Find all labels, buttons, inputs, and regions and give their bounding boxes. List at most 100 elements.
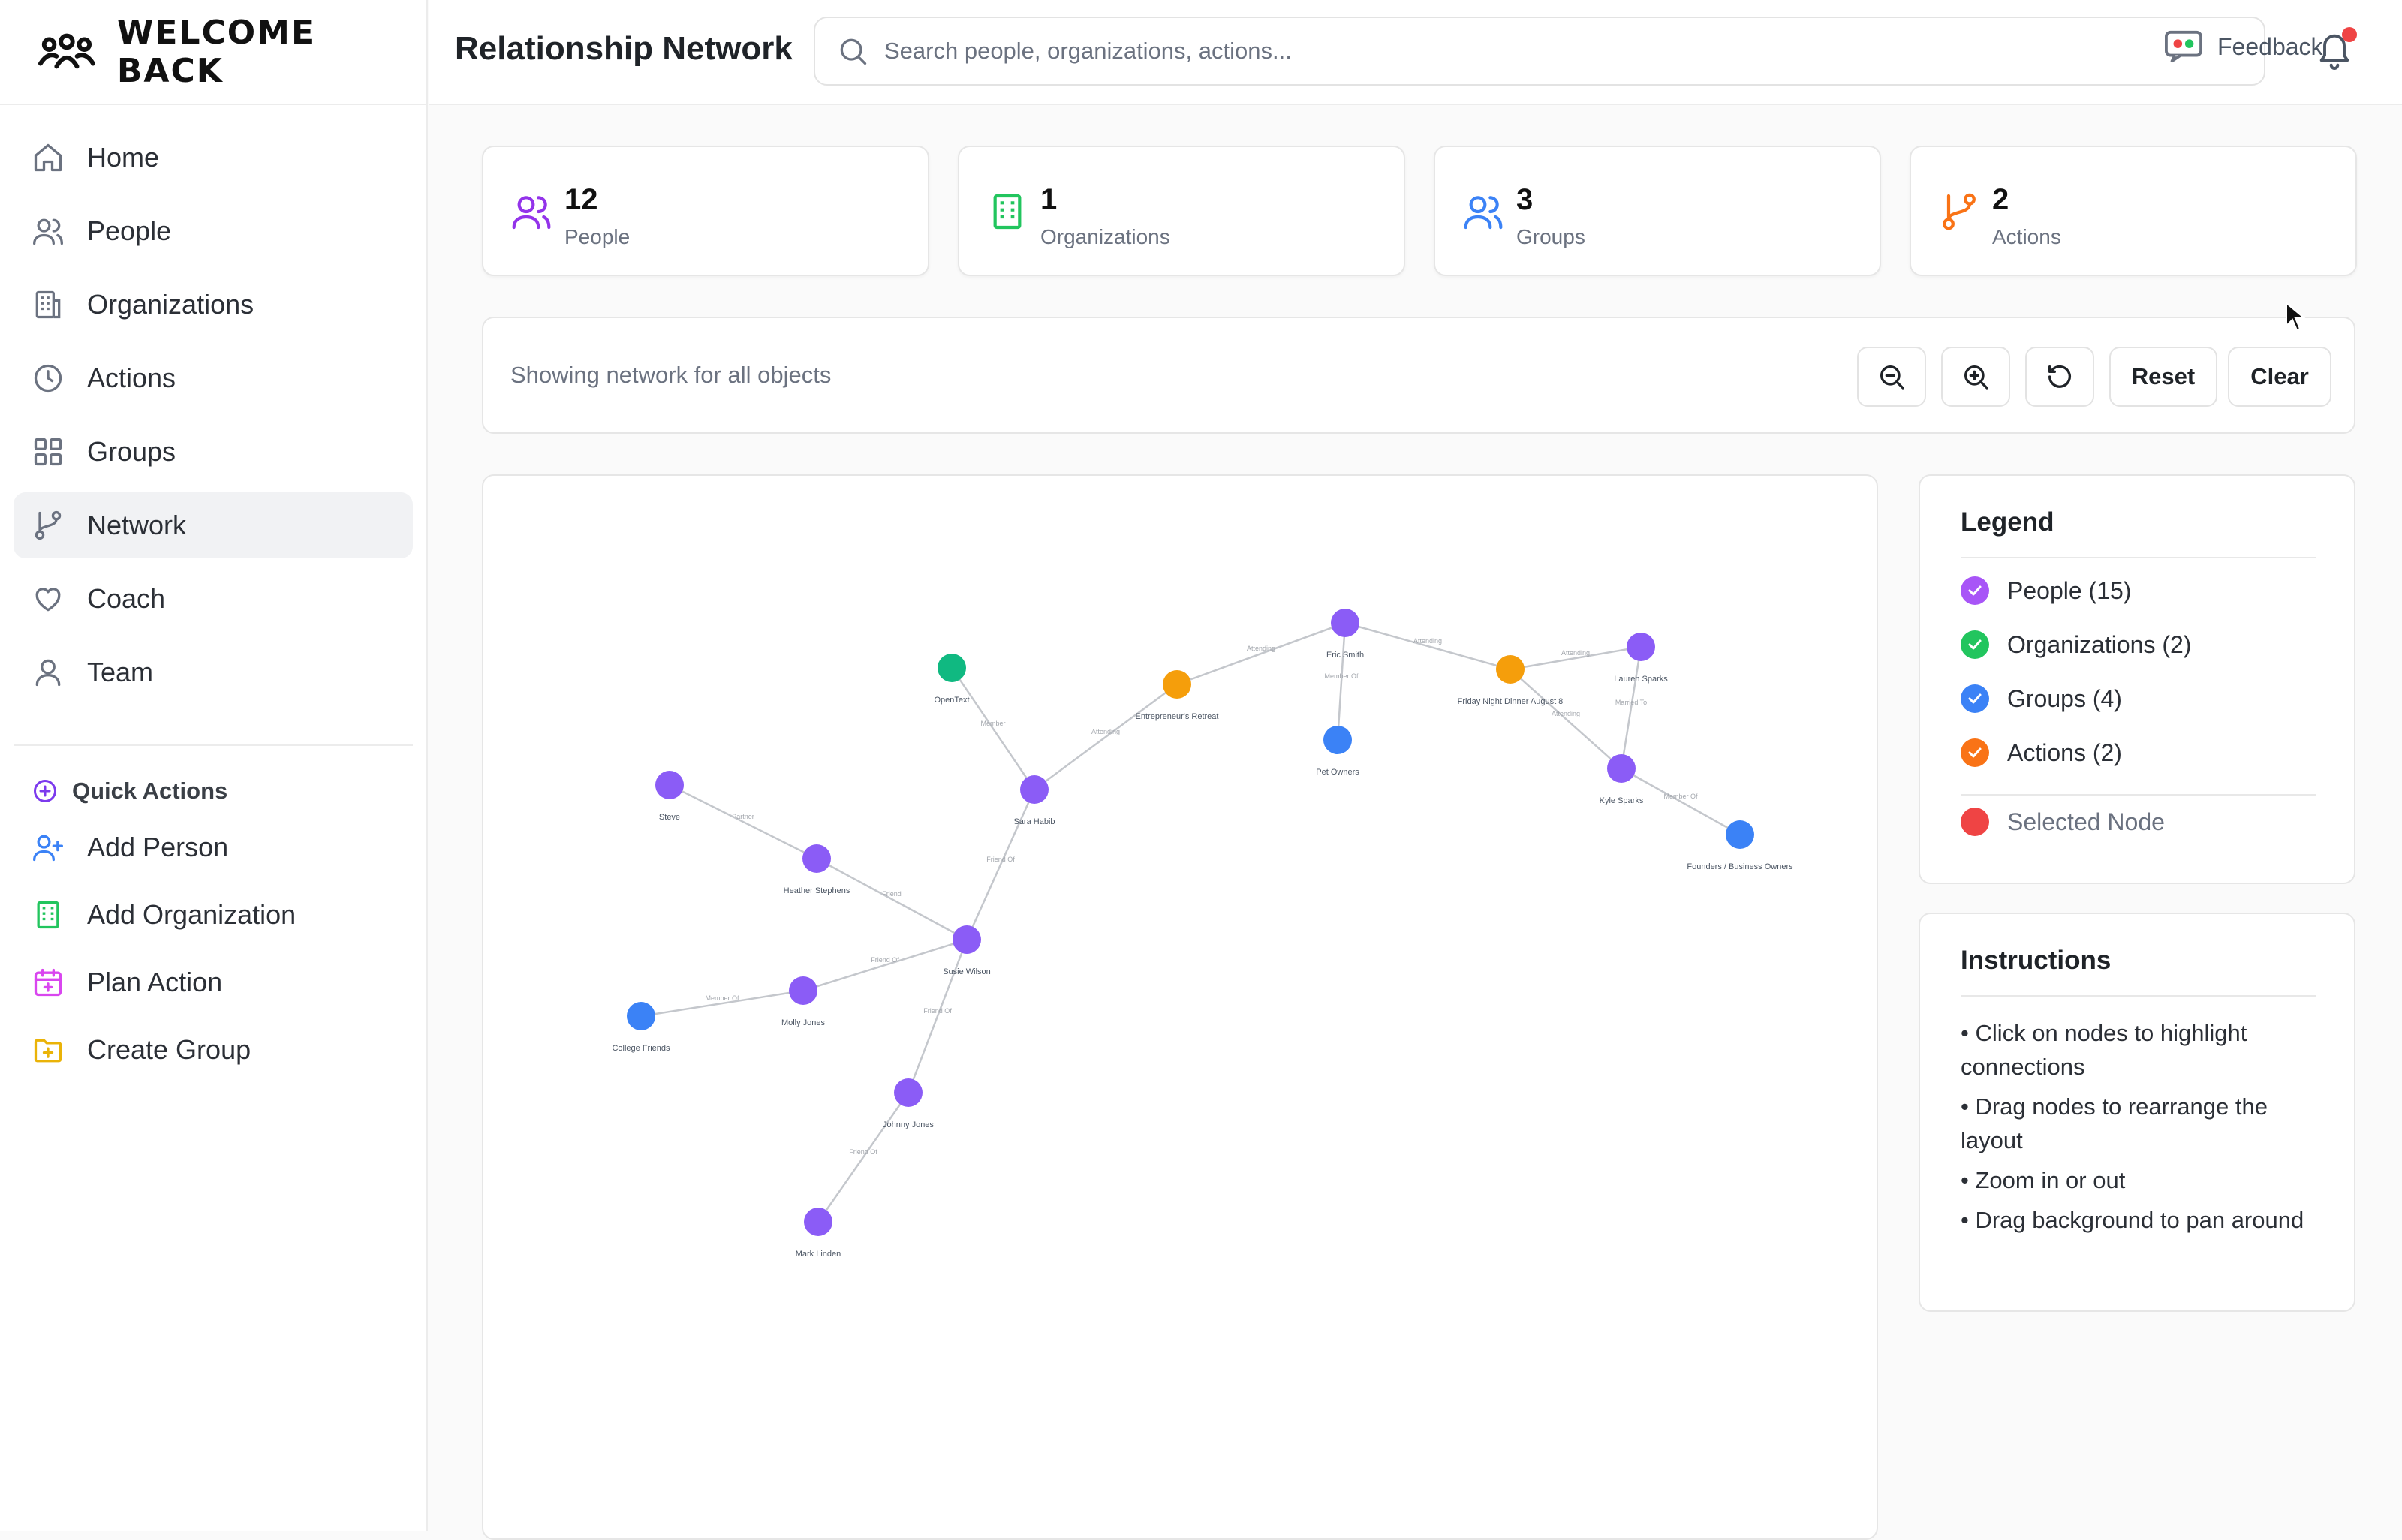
network-node-friday[interactable] bbox=[1496, 655, 1525, 684]
brand[interactable]: WELCOME BACK bbox=[0, 0, 426, 105]
building-icon bbox=[37, 901, 59, 929]
network-node-label: Lauren Sparks bbox=[1614, 675, 1668, 684]
refresh-icon bbox=[2048, 365, 2071, 388]
instruction-item: • Drag nodes to rearrange the layout bbox=[1961, 1093, 2268, 1153]
stat-card-actions[interactable]: 2 Actions bbox=[1910, 146, 2357, 276]
network-edge bbox=[669, 784, 817, 860]
network-node-steve[interactable] bbox=[655, 771, 684, 799]
plus-circle-icon bbox=[34, 780, 56, 802]
stat-label: Actions bbox=[1992, 225, 2061, 248]
sidebar-item-label: Actions bbox=[87, 362, 176, 393]
create-group-label: Create Group bbox=[87, 1034, 251, 1065]
network-node-label: Heather Stephens bbox=[784, 886, 850, 895]
network-node-eric[interactable] bbox=[1331, 609, 1359, 637]
network-node-susie[interactable] bbox=[953, 925, 981, 954]
sidebar-item-label: People bbox=[87, 215, 172, 246]
network-edge-label: Attending bbox=[1091, 728, 1120, 735]
network-node-molly[interactable] bbox=[789, 976, 817, 1005]
user-plus-icon bbox=[33, 835, 63, 862]
legend-divider bbox=[1961, 557, 2316, 558]
calendar-plus-icon bbox=[34, 968, 62, 997]
network-edge-label: Friend Of bbox=[923, 1007, 952, 1015]
legend-panel: Legend People (15) Organizations (2) Gro… bbox=[1919, 474, 2355, 884]
instruction-item: • Click on nodes to highlight connection… bbox=[1961, 1020, 2247, 1080]
instructions-panel: Instructions • Click on nodes to highlig… bbox=[1919, 913, 2355, 1312]
network-node-sara[interactable] bbox=[1020, 775, 1049, 804]
reset-button[interactable]: Reset bbox=[2109, 347, 2217, 407]
network-node-label: College Friends bbox=[612, 1044, 670, 1053]
sidebar-item-team[interactable]: Team bbox=[14, 639, 413, 705]
notifications-button[interactable] bbox=[2315, 27, 2357, 75]
zoom-out-button[interactable] bbox=[1857, 347, 1926, 407]
network-edge-label: Attending bbox=[1552, 710, 1580, 717]
network-edge-label: Partner bbox=[732, 813, 754, 820]
heart-icon bbox=[35, 588, 61, 612]
add-organization-label: Add Organization bbox=[87, 899, 296, 930]
sidebar-item-organizations[interactable]: Organizations bbox=[14, 272, 413, 338]
network-node-pet[interactable] bbox=[1323, 726, 1352, 754]
sidebar-item-home[interactable]: Home bbox=[14, 125, 413, 191]
selected-dot bbox=[1961, 808, 1989, 836]
network-graph[interactable]: Member Attending Attending Attending Member … bbox=[483, 476, 1878, 1540]
user-icon bbox=[35, 659, 61, 687]
network-node-lauren[interactable] bbox=[1627, 633, 1655, 661]
network-node-label: OpenText bbox=[934, 696, 969, 705]
network-node-opentext[interactable] bbox=[938, 654, 966, 682]
search-box[interactable] bbox=[814, 17, 2265, 86]
clock-icon bbox=[34, 364, 62, 393]
network-edge bbox=[965, 789, 1036, 940]
search-input[interactable] bbox=[884, 38, 2160, 65]
network-edge bbox=[1510, 669, 1622, 769]
network-edge bbox=[907, 939, 968, 1093]
network-edge-label: Attending bbox=[1413, 637, 1442, 645]
zoom-in-button[interactable] bbox=[1941, 347, 2010, 407]
network-node-label: Founders / Business Owners bbox=[1687, 862, 1793, 871]
sidebar-item-people[interactable]: People bbox=[14, 198, 413, 264]
check-icon bbox=[1961, 738, 1989, 767]
create-group-button[interactable]: Create Group bbox=[0, 1016, 426, 1084]
add-person-button[interactable]: Add Person bbox=[0, 814, 426, 881]
stat-card-organizations[interactable]: 1 Organizations bbox=[958, 146, 1405, 276]
network-edge-label: Member Of bbox=[1324, 672, 1359, 680]
network-node-johnny[interactable] bbox=[894, 1078, 923, 1107]
network-edge-label: Friend Of bbox=[986, 856, 1015, 863]
network-edge bbox=[950, 667, 1036, 790]
refresh-button[interactable] bbox=[2025, 347, 2094, 407]
sidebar-item-label: Organizations bbox=[87, 289, 254, 320]
network-edge-label: Member Of bbox=[705, 994, 739, 1002]
stat-card-people[interactable]: 12 People bbox=[482, 146, 929, 276]
add-organization-button[interactable]: Add Organization bbox=[0, 881, 426, 949]
network-node-heather[interactable] bbox=[802, 844, 831, 873]
plan-action-button[interactable]: Plan Action bbox=[0, 949, 426, 1016]
network-node-founders[interactable] bbox=[1726, 820, 1754, 849]
stat-label: People bbox=[564, 225, 631, 248]
feedback-button[interactable]: Feedback bbox=[2165, 30, 2323, 63]
network-node-label: Molly Jones bbox=[781, 1018, 826, 1027]
sidebar-item-coach[interactable]: Coach bbox=[14, 566, 413, 632]
sidebar: WELCOME BACK Home People Organizations A… bbox=[0, 0, 428, 1531]
instructions-title: Instructions bbox=[1961, 946, 2112, 975]
sidebar-item-groups[interactable]: Groups bbox=[14, 419, 413, 485]
sidebar-item-network[interactable]: Network bbox=[14, 492, 413, 558]
sidebar-item-label: Network bbox=[87, 510, 187, 540]
instruction-item: • Zoom in or out bbox=[1961, 1167, 2126, 1193]
network-node-kyle[interactable] bbox=[1607, 754, 1636, 783]
network-node-entre[interactable] bbox=[1163, 670, 1191, 699]
network-node-mark[interactable] bbox=[804, 1208, 832, 1236]
legend-label: Organizations (2) bbox=[2007, 630, 2192, 658]
app-root: WELCOME BACK Home People Organizations A… bbox=[0, 0, 2402, 1540]
network-edge bbox=[802, 938, 968, 992]
network-canvas[interactable]: Member Attending Attending Attending Member … bbox=[482, 474, 1878, 1540]
legend-item-groups: Groups (4) bbox=[1961, 684, 2122, 713]
clear-button[interactable]: Clear bbox=[2228, 347, 2331, 407]
network-edge bbox=[1176, 621, 1346, 686]
network-node-college[interactable] bbox=[627, 1002, 655, 1030]
quick-actions-header: Quick Actions bbox=[0, 768, 426, 814]
sidebar-item-actions[interactable]: Actions bbox=[14, 345, 413, 411]
network-node-label: Pet Owners bbox=[1316, 768, 1359, 777]
add-person-label: Add Person bbox=[87, 832, 229, 862]
zoom-in-icon bbox=[1964, 365, 1988, 390]
stat-card-groups[interactable]: 3 Groups bbox=[1434, 146, 1881, 276]
network-node-label: Friday Night Dinner August 8 bbox=[1458, 697, 1564, 706]
home-icon bbox=[34, 143, 62, 172]
